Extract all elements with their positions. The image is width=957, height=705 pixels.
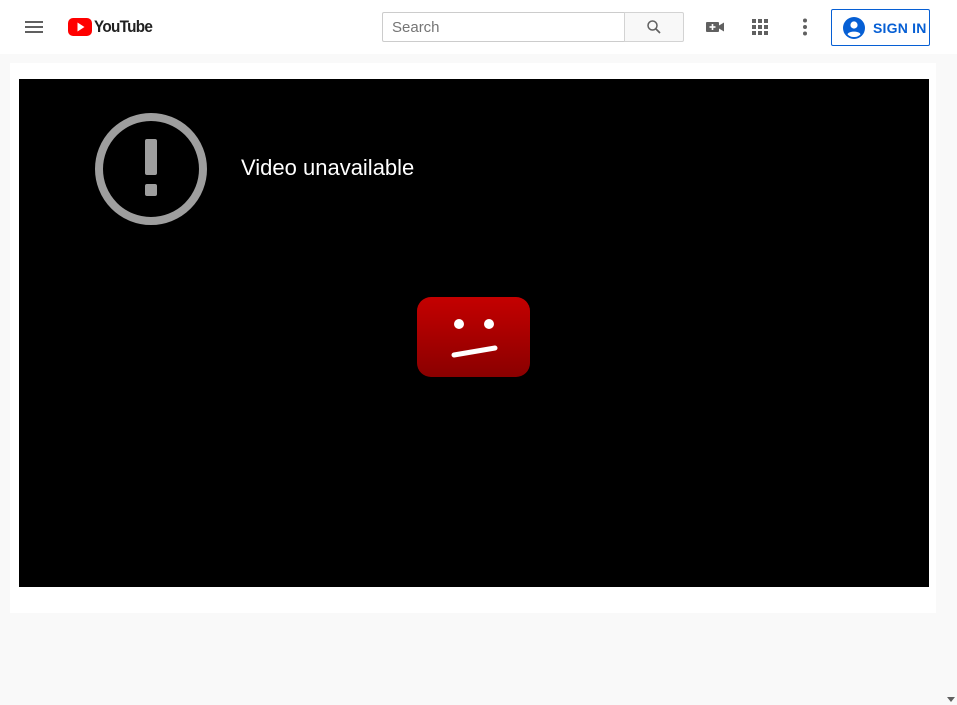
guide-menu-button[interactable] [22,15,46,39]
scroll-down-arrow-icon[interactable] [947,697,955,703]
more-vert-icon [803,18,807,36]
logo-wordmark: YouTube [94,17,153,36]
apps-button[interactable] [748,15,772,39]
settings-more-button[interactable] [793,15,817,39]
youtube-logo[interactable]: YouTube [68,17,159,37]
exclamation-circle-icon [95,113,207,225]
hamburger-menu-icon [25,21,43,33]
video-camera-plus-icon [706,22,724,32]
video-player[interactable]: Video unavailable [19,79,929,587]
search-icon [647,20,661,34]
apps-grid-icon [752,19,768,35]
account-circle-icon [843,16,865,39]
create-video-button[interactable] [703,15,727,39]
youtube-play-icon [68,18,92,36]
error-message: Video unavailable [241,155,415,180]
sign-in-button[interactable]: SIGN IN [831,9,930,46]
sign-in-label: SIGN IN [873,19,927,36]
masthead: YouTube Search SIGN IN [0,0,957,54]
sad-youtube-icon [417,297,530,377]
search-box [382,12,684,42]
search-button[interactable] [624,12,684,42]
search-input[interactable] [382,12,625,42]
